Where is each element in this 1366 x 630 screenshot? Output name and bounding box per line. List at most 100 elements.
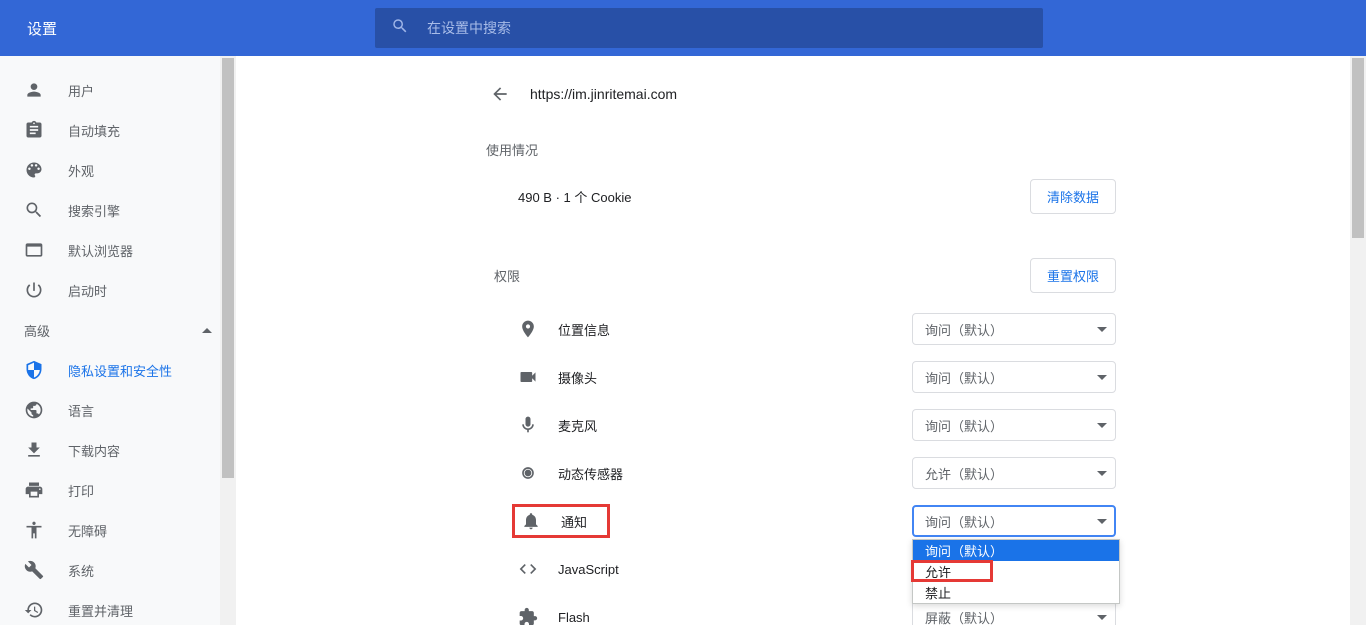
sidebar-scrollbar[interactable] — [220, 56, 236, 625]
content-wrapper: https://im.jinritemai.com 使用情况 490 B · 1… — [478, 56, 1124, 625]
chevron-up-icon — [202, 328, 212, 333]
download-icon — [24, 440, 44, 460]
search-icon — [391, 17, 409, 40]
permissions-label: 权限 — [486, 266, 520, 285]
sidebar-label: 默认浏览器 — [68, 241, 133, 260]
sidebar-label: 重置并清理 — [68, 601, 133, 620]
permission-select-notifications[interactable]: 询问（默认） 询问（默认） 允许 禁止 — [912, 505, 1116, 537]
permission-select-location[interactable]: 询问（默认） — [912, 313, 1116, 345]
clipboard-icon — [24, 120, 44, 140]
permission-row-motion: 动态传感器 允许（默认） — [478, 449, 1124, 497]
globe-icon — [24, 400, 44, 420]
permission-row-location: 位置信息 询问（默认） — [478, 305, 1124, 353]
site-header: https://im.jinritemai.com — [478, 84, 1124, 104]
reset-permissions-button[interactable]: 重置权限 — [1030, 258, 1116, 293]
sidebar-item-print[interactable]: 打印 — [0, 470, 236, 510]
sidebar-item-downloads[interactable]: 下载内容 — [0, 430, 236, 470]
caret-icon — [1097, 423, 1107, 428]
sidebar: 用户 自动填充 外观 搜索引擎 默认浏览器 启动时 高级 隐私设置和安全性 — [0, 56, 236, 625]
caret-icon — [1097, 327, 1107, 332]
power-icon — [24, 280, 44, 300]
search-input[interactable] — [427, 20, 1027, 36]
sidebar-item-language[interactable]: 语言 — [0, 390, 236, 430]
permission-label: 动态传感器 — [558, 464, 912, 483]
dropdown-option-block[interactable]: 禁止 — [913, 582, 1119, 603]
plugin-icon — [518, 607, 538, 625]
permission-select-flash[interactable]: 屏蔽（默认） — [912, 601, 1116, 625]
restore-icon — [24, 600, 44, 620]
sidebar-label: 无障碍 — [68, 521, 107, 540]
highlight-box-allow — [911, 560, 993, 582]
camera-icon — [518, 367, 538, 387]
magnify-icon — [24, 200, 44, 220]
sidebar-item-reset[interactable]: 重置并清理 — [0, 590, 236, 630]
highlight-box-notifications: 通知 — [512, 504, 610, 538]
main-content: https://im.jinritemai.com 使用情况 490 B · 1… — [236, 56, 1366, 625]
sidebar-item-appearance[interactable]: 外观 — [0, 150, 236, 190]
sidebar-label: 外观 — [68, 161, 94, 180]
permission-label: 摄像头 — [558, 368, 912, 387]
dropdown-option-ask[interactable]: 询问（默认） — [913, 540, 1119, 561]
sidebar-label: 语言 — [68, 401, 94, 420]
usage-section-label: 使用情况 — [478, 140, 1124, 159]
permission-row-notifications: 通知 询问（默认） 询问（默认） 允许 禁止 — [478, 497, 1124, 545]
app-header: 设置 — [0, 0, 1366, 56]
permission-select-camera[interactable]: 询问（默认） — [912, 361, 1116, 393]
sidebar-advanced-label: 高级 — [24, 321, 50, 340]
sidebar-item-privacy[interactable]: 隐私设置和安全性 — [0, 350, 236, 390]
wrench-icon — [24, 560, 44, 580]
usage-row: 490 B · 1 个 Cookie 清除数据 — [478, 179, 1124, 214]
permission-label: 麦克风 — [558, 416, 912, 435]
person-icon — [24, 80, 44, 100]
accessibility-icon — [24, 520, 44, 540]
permission-select-microphone[interactable]: 询问（默认） — [912, 409, 1116, 441]
sidebar-label: 自动填充 — [68, 121, 120, 140]
back-arrow-icon[interactable] — [490, 84, 510, 104]
usage-text: 490 B · 1 个 Cookie — [518, 187, 631, 206]
site-url: https://im.jinritemai.com — [530, 86, 677, 102]
sidebar-item-user[interactable]: 用户 — [0, 70, 236, 110]
caret-icon — [1097, 471, 1107, 476]
sidebar-item-default-browser[interactable]: 默认浏览器 — [0, 230, 236, 270]
sidebar-item-system[interactable]: 系统 — [0, 550, 236, 590]
sidebar-item-search[interactable]: 搜索引擎 — [0, 190, 236, 230]
permission-row-camera: 摄像头 询问（默认） — [478, 353, 1124, 401]
permission-select-motion[interactable]: 允许（默认） — [912, 457, 1116, 489]
sidebar-item-accessibility[interactable]: 无障碍 — [0, 510, 236, 550]
sidebar-label: 下载内容 — [68, 441, 120, 460]
palette-icon — [24, 160, 44, 180]
sidebar-label: 隐私设置和安全性 — [68, 361, 172, 380]
code-icon — [518, 559, 538, 579]
shield-icon — [24, 360, 44, 380]
print-icon — [24, 480, 44, 500]
clear-data-button[interactable]: 清除数据 — [1030, 179, 1116, 214]
caret-icon — [1097, 519, 1107, 524]
permission-label: 通知 — [561, 512, 587, 531]
sidebar-advanced-toggle[interactable]: 高级 — [0, 310, 236, 350]
dropdown-option-allow[interactable]: 允许 — [913, 561, 1119, 582]
mic-icon — [518, 415, 538, 435]
permission-dropdown: 询问（默认） 允许 禁止 — [912, 539, 1120, 604]
caret-icon — [1097, 375, 1107, 380]
sidebar-label: 搜索引擎 — [68, 201, 120, 220]
main-scroll-thumb[interactable] — [1352, 58, 1364, 238]
permission-row-microphone: 麦克风 询问（默认） — [478, 401, 1124, 449]
sidebar-label: 打印 — [68, 481, 94, 500]
sidebar-scroll-thumb[interactable] — [222, 58, 234, 478]
permission-label: 位置信息 — [558, 320, 912, 339]
permissions-header: 权限 重置权限 — [478, 258, 1124, 293]
search-box[interactable] — [375, 8, 1043, 48]
sidebar-label: 启动时 — [68, 281, 107, 300]
layout: 用户 自动填充 外观 搜索引擎 默认浏览器 启动时 高级 隐私设置和安全性 — [0, 56, 1366, 625]
location-icon — [518, 319, 538, 339]
permission-label: Flash — [558, 610, 912, 625]
sidebar-label: 用户 — [68, 81, 94, 100]
sidebar-item-autofill[interactable]: 自动填充 — [0, 110, 236, 150]
sensor-icon — [518, 463, 538, 483]
sidebar-label: 系统 — [68, 561, 94, 580]
browser-icon — [24, 240, 44, 260]
main-scrollbar[interactable] — [1350, 56, 1366, 625]
app-title: 设置 — [0, 18, 375, 39]
caret-icon — [1097, 615, 1107, 620]
sidebar-item-startup[interactable]: 启动时 — [0, 270, 236, 310]
